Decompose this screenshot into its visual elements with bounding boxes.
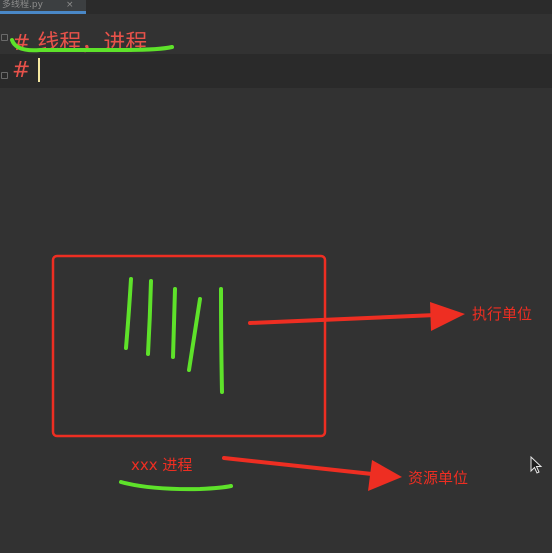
mouse-pointer-icon — [530, 456, 543, 474]
thread-stroke — [187, 297, 202, 372]
process-box — [51, 254, 327, 438]
green-underline-title — [10, 38, 174, 53]
arrow-thread-head — [430, 302, 465, 331]
arrow-process — [222, 456, 374, 476]
thread-stroke — [146, 279, 153, 356]
green-underline-caption — [119, 480, 233, 492]
drawing-annotations — [10, 38, 465, 492]
thread-strokes — [124, 277, 224, 394]
thread-stroke — [219, 287, 224, 394]
arrow-thread — [248, 313, 438, 325]
process-box-caption: xxx 进程 — [131, 456, 193, 474]
arrow-process-head — [368, 460, 402, 491]
thread-stroke — [124, 277, 133, 350]
thread-stroke — [171, 287, 177, 359]
process-label: 资源单位 — [408, 469, 469, 487]
thread-label: 执行单位 — [472, 305, 533, 323]
